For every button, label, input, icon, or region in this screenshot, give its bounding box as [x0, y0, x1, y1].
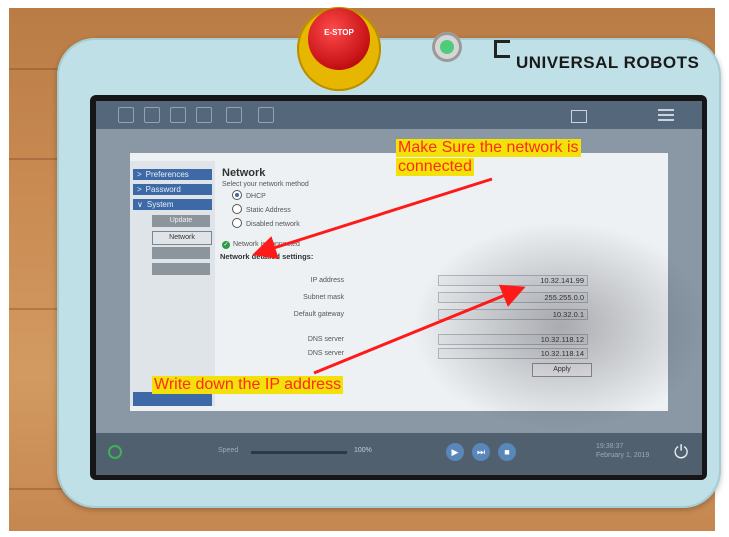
log-tab-icon[interactable]	[258, 107, 274, 123]
installation-tab-icon[interactable]	[170, 107, 186, 123]
annotation-network-line1: Make Sure the network is	[396, 139, 581, 157]
sidebar-item-label: Password	[145, 185, 181, 194]
radio-unselected-icon	[232, 204, 242, 215]
details-title: Network detailed settings:	[220, 252, 314, 261]
dns-server-field: 10.32.118.14	[438, 348, 588, 359]
sidebar-subitem[interactable]	[152, 247, 210, 259]
annotation-network-line2: connected	[396, 158, 474, 176]
radio-label: Disabled network	[246, 221, 300, 228]
dns-server-label: DNS server	[307, 336, 344, 343]
settings-sidebar: > Preferences > Password ∨ System Update Ne…	[130, 161, 215, 406]
sidebar-item-preferences[interactable]: > Preferences	[133, 169, 212, 180]
ip-address-label: IP address	[310, 277, 344, 284]
dns-server-label: DNS server	[307, 350, 344, 357]
default-gateway-label: Default gateway	[293, 311, 344, 318]
stop-icon[interactable]: ■	[498, 443, 516, 461]
bottom-bar: Speed 100% ▶ ⏭ ■ 19:38:37 February 1, 20…	[96, 433, 702, 475]
speed-label: Speed	[218, 447, 239, 454]
radio-label: DHCP	[246, 193, 266, 200]
page-title: Network	[222, 167, 266, 179]
sidebar-subitem-network[interactable]: Network	[152, 231, 212, 245]
dns-server-field: 10.32.118.12	[438, 334, 588, 345]
speed-value: 100%	[354, 447, 372, 454]
default-gateway-field: 10.32.0.1	[438, 309, 588, 320]
top-bar	[96, 101, 702, 129]
hamburger-menu-icon[interactable]	[658, 109, 674, 121]
ip-address-field: 10.32.141.99	[438, 275, 588, 286]
status-text: Network is connected	[233, 241, 300, 248]
play-icon[interactable]: ▶	[446, 443, 464, 461]
ur-logo-icon	[494, 40, 510, 58]
sidebar-item-password[interactable]: > Password	[133, 184, 212, 195]
annotation-ip: Write down the IP address	[152, 376, 344, 394]
network-settings: Network Select your network method DHCP …	[220, 161, 662, 406]
settings-panel: > Preferences > Password ∨ System Update Ne…	[130, 153, 668, 411]
chevron-right-icon: >	[137, 185, 142, 194]
move-tab-icon[interactable]	[196, 107, 212, 123]
estop-label: E-STOP	[324, 28, 354, 37]
speed-slider[interactable]	[251, 451, 347, 454]
radio-dhcp[interactable]: DHCP	[232, 190, 266, 203]
subnet-mask-label: Subnet mask	[303, 294, 344, 301]
radio-unselected-icon	[232, 218, 242, 229]
pendant-power-button[interactable]	[432, 32, 462, 62]
run-tab-icon[interactable]	[118, 107, 134, 123]
sidebar-item-label: Preferences	[145, 170, 189, 179]
power-led-icon	[440, 40, 454, 54]
brand-name: UNIVERSAL ROBOTS	[516, 53, 700, 72]
radio-label: Static Address	[246, 207, 291, 214]
step-icon[interactable]: ⏭	[472, 443, 490, 461]
apply-button[interactable]: Apply	[532, 363, 592, 377]
sidebar-item-system[interactable]: ∨ System	[133, 199, 212, 210]
clock-date: February 1, 2019	[596, 452, 650, 459]
radio-selected-icon	[232, 190, 242, 201]
ur-logo-small-icon	[571, 110, 587, 123]
chevron-down-icon: ∨	[137, 200, 143, 209]
radio-static-address[interactable]: Static Address	[232, 204, 291, 217]
clock-time: 19:38:37	[596, 443, 624, 450]
program-tab-icon[interactable]	[144, 107, 160, 123]
network-status: ✓ Network is connected	[222, 241, 300, 249]
robot-status-icon[interactable]	[108, 445, 122, 459]
page-subtitle: Select your network method	[222, 181, 309, 188]
sidebar-subitem-update[interactable]: Update	[152, 215, 210, 227]
subnet-mask-field: 255.255.0.0	[438, 292, 588, 303]
clock: 19:38:37 February 1, 2019	[596, 442, 649, 460]
power-icon[interactable]: ⏻	[674, 443, 688, 461]
sidebar-item-label: System	[146, 200, 174, 209]
radio-disabled-network[interactable]: Disabled network	[232, 218, 300, 231]
io-tab-icon[interactable]	[226, 107, 242, 123]
chevron-right-icon: >	[137, 170, 142, 179]
sidebar-subitem[interactable]	[152, 263, 210, 275]
check-circle-icon: ✓	[222, 241, 230, 249]
sidebar-exit-button[interactable]	[133, 392, 212, 406]
estop-button[interactable]: E-STOP	[308, 8, 370, 70]
